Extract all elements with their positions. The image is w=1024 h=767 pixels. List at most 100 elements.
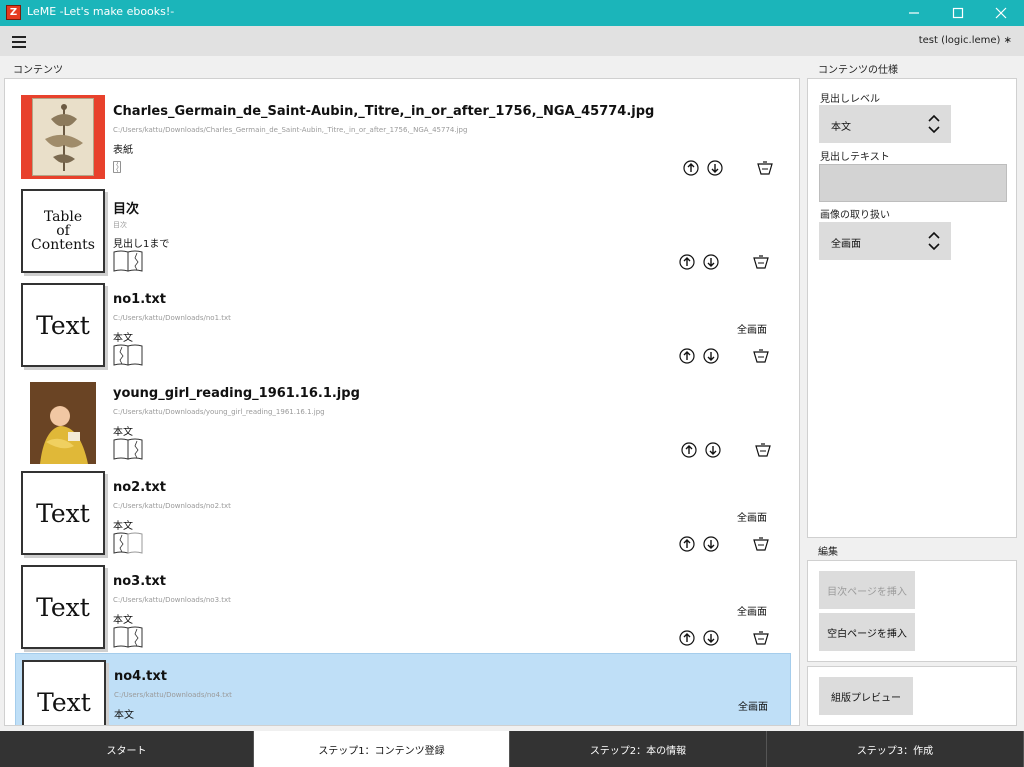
edit-panel: 目次ページを挿入 空白ページを挿入 (807, 560, 1017, 662)
list-item-selected[interactable]: Text no4.txt C:/Users/kattu/Downloads/no… (15, 653, 791, 725)
move-down-icon[interactable] (707, 160, 723, 176)
trash-icon[interactable] (755, 442, 771, 458)
open-book-icon (113, 344, 143, 366)
text-thumbnail: Text (21, 565, 105, 649)
tab-step1-contents[interactable]: ステップ1：コンテンツ登録 (254, 731, 510, 767)
move-up-icon[interactable] (679, 348, 695, 364)
open-book-icon (113, 438, 143, 460)
user-label[interactable]: test (logic.leme) ∗ (919, 35, 1012, 46)
open-book-icon (113, 626, 143, 648)
spec-section-label: コンテンツの仕様 (818, 65, 898, 76)
tab-start[interactable]: スタート (0, 731, 254, 767)
spec-panel: 見出しレベル 本文 見出しテキスト 画像の取り扱い 全画面 (807, 78, 1017, 538)
open-book-icon (113, 250, 143, 272)
layout-preview-button[interactable]: 組版プレビュー (819, 677, 913, 715)
step-tabs: スタート ステップ1：コンテンツ登録 ステップ2：本の情報 ステップ3：作成 (0, 731, 1024, 767)
maximize-button[interactable] (935, 0, 981, 26)
painting-thumbnail (21, 377, 105, 464)
file-name: young_girl_reading_1961.16.1.jpg (113, 386, 360, 401)
image-handling-select[interactable]: 全画面 (819, 222, 951, 260)
thumb-line: Table (43, 209, 83, 225)
file-name: no2.txt (113, 480, 166, 495)
move-down-icon[interactable] (705, 442, 721, 458)
file-name: 目次 (113, 202, 140, 217)
insert-blank-page-button[interactable]: 空白ページを挿入 (819, 613, 915, 651)
file-path: C:/Users/kattu/Downloads/no2.txt (113, 502, 231, 510)
trash-icon[interactable] (753, 630, 769, 646)
file-path: C:/Users/kattu/Downloads/no4.txt (114, 691, 232, 699)
move-up-icon[interactable] (681, 442, 697, 458)
move-down-icon[interactable] (703, 348, 719, 364)
updown-chevron-icon (928, 114, 940, 134)
display-mode: 全画面 (737, 513, 767, 524)
heading-text-input[interactable] (819, 164, 1007, 202)
trash-icon[interactable] (753, 536, 769, 552)
file-name: no3.txt (113, 574, 166, 589)
list-item[interactable]: Text no1.txt C:/Users/kattu/Downloads/no… (15, 277, 791, 371)
painting-image-icon (30, 382, 96, 464)
file-name: Charles_Germain_de_Saint-Aubin,_Titre,_i… (113, 104, 655, 119)
trash-icon[interactable] (753, 254, 769, 270)
maximize-icon (952, 7, 964, 19)
trash-icon[interactable] (753, 348, 769, 364)
move-up-icon[interactable] (683, 160, 699, 176)
move-up-icon[interactable] (679, 536, 695, 552)
cover-thumbnail (21, 95, 105, 179)
heading-level-label: 見出しレベル (820, 94, 880, 105)
menu-icon[interactable] (12, 36, 26, 48)
move-up-icon[interactable] (679, 254, 695, 270)
file-path: C:/Users/kattu/Downloads/young_girl_read… (113, 408, 325, 416)
heading-level: 本文 (113, 333, 133, 344)
list-item[interactable]: Charles_Germain_de_Saint-Aubin,_Titre,_i… (15, 89, 791, 183)
file-path: C:/Users/kattu/Downloads/Charles_Germain… (113, 126, 468, 134)
app-bar: test (logic.leme) ∗ (0, 26, 1024, 56)
move-down-icon[interactable] (703, 630, 719, 646)
list-item[interactable]: young_girl_reading_1961.16.1.jpg C:/User… (15, 371, 791, 465)
toc-thumbnail: Table of Contents (21, 189, 105, 273)
text-thumbnail: Text (22, 660, 106, 725)
heading-level: 本文 (114, 710, 134, 721)
contents-section-label: コンテンツ (13, 65, 63, 76)
preview-panel: 組版プレビュー (807, 666, 1017, 726)
heading-level: 本文 (113, 427, 133, 438)
trash-icon[interactable] (757, 160, 773, 176)
ornament-image-icon (45, 104, 83, 171)
image-handling-label: 画像の取り扱い (820, 210, 890, 221)
heading-level: 見出し1まで (113, 239, 170, 250)
heading-level-select[interactable]: 本文 (819, 105, 951, 143)
text-thumbnail: Text (21, 471, 105, 555)
edit-section-label: 編集 (818, 547, 838, 558)
file-path: C:/Users/kattu/Downloads/no3.txt (113, 596, 231, 604)
display-mode: 全画面 (738, 702, 768, 713)
heading-level: 本文 (113, 521, 133, 532)
move-down-icon[interactable] (703, 254, 719, 270)
open-book-icon (113, 532, 143, 554)
display-mode: 全画面 (737, 607, 767, 618)
app-logo-icon: Z (6, 5, 21, 20)
heading-level: 本文 (113, 615, 133, 626)
heading-level-value: 本文 (831, 122, 851, 133)
close-icon (995, 7, 1007, 19)
move-up-icon[interactable] (679, 630, 695, 646)
window-title: LeME -Let's make ebooks!- (27, 5, 175, 18)
list-item[interactable]: Table of Contents 目次 目次 見出し1まで (15, 183, 791, 277)
list-item[interactable]: Text no3.txt C:/Users/kattu/Downloads/no… (15, 559, 791, 653)
single-page-icon (113, 161, 121, 173)
tab-step2-book-info[interactable]: ステップ2：本の情報 (510, 731, 767, 767)
minimize-icon (909, 12, 919, 14)
display-mode: 全画面 (737, 325, 767, 336)
file-name: no4.txt (114, 669, 167, 684)
minimize-button[interactable] (891, 0, 937, 26)
tab-step3-create[interactable]: ステップ3：作成 (767, 731, 1024, 767)
file-path: C:/Users/kattu/Downloads/no1.txt (113, 314, 231, 322)
contents-list[interactable]: Charles_Germain_de_Saint-Aubin,_Titre,_i… (4, 78, 800, 726)
insert-toc-button[interactable]: 目次ページを挿入 (819, 571, 915, 609)
file-path: 目次 (113, 221, 127, 229)
list-item[interactable]: Text no2.txt C:/Users/kattu/Downloads/no… (15, 465, 791, 559)
heading-text-label: 見出しテキスト (820, 152, 890, 163)
close-button[interactable] (978, 0, 1024, 26)
text-thumbnail: Text (21, 283, 105, 367)
updown-chevron-icon (928, 231, 940, 251)
move-down-icon[interactable] (703, 536, 719, 552)
title-bar: Z LeME -Let's make ebooks!- (0, 0, 1024, 26)
